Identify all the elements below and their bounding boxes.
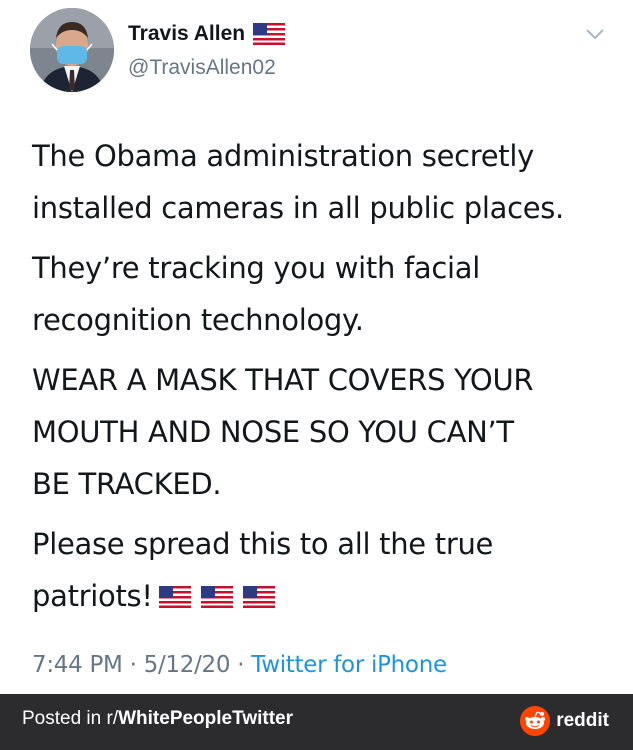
tweet-date[interactable]: 5/12/20 xyxy=(144,652,231,678)
subreddit-link[interactable]: WhitePeopleTwitter xyxy=(118,708,293,729)
tweet-text: The Obama administration secretly instal… xyxy=(32,130,612,630)
tweet-paragraph: The Obama administration secretly instal… xyxy=(32,139,564,225)
reddit-wordmark: reddit xyxy=(556,710,609,731)
avatar[interactable] xyxy=(30,8,114,92)
us-flag-icon xyxy=(200,586,233,608)
author-handle[interactable]: @TravisAllen02 xyxy=(128,56,276,80)
separator-dot: · xyxy=(237,652,252,678)
author-name[interactable]: Travis Allen xyxy=(128,22,245,46)
tweet-card: Travis Allen @TravisAllen02 The Obama ad… xyxy=(0,0,633,694)
tweet-paragraph: They’re tracking you with facial recogni… xyxy=(32,251,480,337)
tweet-time[interactable]: 7:44 PM xyxy=(32,652,123,678)
chevron-down-icon[interactable] xyxy=(584,26,606,42)
tweet-paragraph: WEAR A MASK THAT COVERS YOUR MOUTH AND N… xyxy=(32,363,534,501)
reddit-brand[interactable]: reddit xyxy=(520,706,609,736)
us-flag-icon xyxy=(253,23,286,45)
tweet-source-link[interactable]: Twitter for iPhone xyxy=(251,652,447,678)
posted-in-label: Posted in r/WhitePeopleTwitter xyxy=(22,708,293,730)
separator-dot: · xyxy=(129,652,144,678)
reddit-logo-icon xyxy=(520,706,551,736)
us-flag-icon xyxy=(158,586,191,608)
tweet-meta: 7:44 PM · 5/12/20 · Twitter for iPhone xyxy=(32,652,447,678)
author-name-row[interactable]: Travis Allen xyxy=(128,22,286,46)
tweet-paragraph-last: Please spread this to all the true patri… xyxy=(32,518,612,622)
flag-emojis xyxy=(158,586,275,608)
posted-in-prefix: Posted in r/ xyxy=(22,708,119,729)
us-flag-icon xyxy=(242,586,275,608)
reddit-footer-bar: Posted in r/WhitePeopleTwitter reddit xyxy=(0,694,633,750)
